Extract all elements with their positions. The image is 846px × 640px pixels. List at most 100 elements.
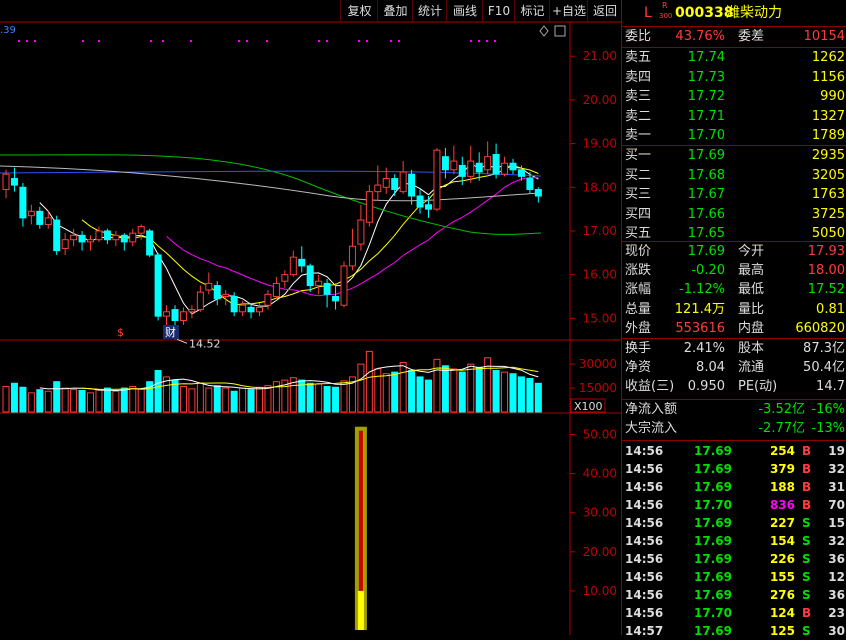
stat-value: 553616 <box>675 320 725 336</box>
ask-row: 卖一 17.70 1789 <box>622 127 846 145</box>
candle-body <box>433 149 441 210</box>
volume-bar <box>179 385 187 413</box>
volume-bar <box>78 389 86 413</box>
diamond-icon[interactable] <box>539 25 549 37</box>
tick-count: 19 <box>828 444 845 458</box>
y-tick-label: 19.00 <box>583 137 617 151</box>
toolbar-button-4[interactable]: F10 <box>482 0 515 22</box>
toolbar-button-6[interactable]: +自选 <box>549 0 588 22</box>
ask-row: 卖二 17.71 1327 <box>622 108 846 126</box>
tick-row: 14:56 17.69 154 S 32 <box>622 532 846 550</box>
volume-bar <box>222 387 230 413</box>
bid-volume: 3205 <box>811 167 845 183</box>
tick-row: 14:56 17.69 276 S 36 <box>622 586 846 604</box>
maximize-icon[interactable] <box>554 25 566 37</box>
tick-time: 14:56 <box>625 588 664 602</box>
volume-bar <box>467 363 475 413</box>
candle-body <box>399 171 407 193</box>
ask-label: 卖三 <box>625 89 652 104</box>
tick-row: 14:56 17.69 227 S 15 <box>622 514 846 532</box>
tick-row: 14:56 17.69 188 B 31 <box>622 478 846 496</box>
stat-label: 外盘 <box>625 320 652 336</box>
event-dot <box>266 40 268 42</box>
candle-body <box>281 274 289 282</box>
event-dot <box>494 40 496 42</box>
stat-label: 涨幅 <box>625 282 652 298</box>
ask-row: 卖五 17.74 1262 <box>622 49 846 67</box>
event-dot <box>238 40 240 42</box>
bid-label: 买二 <box>625 167 652 183</box>
stock-header: L R 300 000338 潍柴动力 <box>622 2 846 24</box>
event-dot <box>478 40 480 42</box>
finance-marker: 财 <box>165 325 176 339</box>
candle-body <box>95 230 103 241</box>
candle-body <box>112 234 120 241</box>
volume-bar <box>416 376 424 413</box>
candle-body <box>78 234 86 243</box>
event-dot <box>98 40 100 42</box>
fundamental-label-2: PE(动) <box>738 379 778 394</box>
stat-value: 121.4万 <box>674 301 725 317</box>
volume-bar <box>475 366 483 413</box>
candle-body <box>484 156 492 171</box>
candle-body <box>103 230 111 241</box>
stat-label-2: 最低 <box>738 282 765 298</box>
toolbar-button-5[interactable]: 标记 <box>514 0 550 22</box>
stat-value: -0.20 <box>691 263 725 279</box>
ask-label: 卖四 <box>625 69 652 85</box>
candle-body <box>365 191 373 223</box>
y-tick-label: 18.00 <box>583 180 617 194</box>
candle-body <box>272 282 280 297</box>
stat-row: 涨跌 -0.20 最高 18.00 <box>622 262 846 280</box>
toolbar-button-7[interactable]: 返回 <box>587 0 622 22</box>
volume-bar <box>129 385 137 413</box>
stat-label: 现价 <box>625 244 652 259</box>
toolbar-button-3[interactable]: 画线 <box>446 0 483 22</box>
stat-row: 涨幅 -1.12% 最低 17.52 <box>622 281 846 299</box>
stat-row: 现价 17.69 今开 17.93 <box>622 243 846 261</box>
toolbar-button-1[interactable]: 叠加 <box>377 0 413 22</box>
candle-body <box>230 295 238 313</box>
ask-volume: 1789 <box>811 128 845 143</box>
tag-bottom: 300 <box>659 12 673 20</box>
candle-body <box>188 309 196 313</box>
volume-bar <box>61 387 69 413</box>
volume-bar <box>95 389 103 413</box>
fundamental-value: 2.41% <box>683 341 725 356</box>
event-dot <box>486 40 488 42</box>
bid-label: 买一 <box>625 148 652 163</box>
ask-price: 17.71 <box>687 108 725 124</box>
volume-bar <box>526 378 534 413</box>
candle-body <box>36 210 44 225</box>
event-dot <box>190 40 192 42</box>
volume-unit-label: X100 <box>574 400 603 413</box>
bid-price: 17.67 <box>687 187 725 202</box>
tick-count: 70 <box>828 498 845 512</box>
tick-row: 14:56 17.69 254 B 19 <box>622 442 846 460</box>
volume-bar <box>425 379 432 413</box>
tick-time: 14:56 <box>625 606 664 620</box>
stat-label-2: 内盘 <box>738 320 765 336</box>
event-dot <box>358 40 360 42</box>
tick-volume: 155 <box>769 570 795 584</box>
candle-body <box>205 282 213 291</box>
bid-price: 17.69 <box>687 148 725 163</box>
tick-price: 17.69 <box>694 570 732 584</box>
volume-bar <box>213 385 221 413</box>
flow-pct: -16% <box>811 402 845 417</box>
volume-bar <box>87 392 94 413</box>
tick-side: S <box>802 552 811 566</box>
candle-body <box>441 156 449 171</box>
stat-value-2: 17.93 <box>807 244 845 259</box>
toolbar-button-2[interactable]: 统计 <box>412 0 447 22</box>
volume-bar <box>433 358 441 413</box>
toolbar-button-0[interactable]: 复权 <box>340 0 378 22</box>
tick-side: S <box>802 516 811 530</box>
volume-bar <box>340 380 348 413</box>
candle-body <box>163 311 171 317</box>
event-dot <box>150 40 152 42</box>
tick-volume: 379 <box>769 462 795 476</box>
candle-body <box>53 219 61 252</box>
kline-chart-area[interactable]: 21.00 20.00 19.00 18.00 17.00 16.00 15.00 .39 14… <box>0 0 621 635</box>
stat-label-2: 今开 <box>738 244 765 259</box>
